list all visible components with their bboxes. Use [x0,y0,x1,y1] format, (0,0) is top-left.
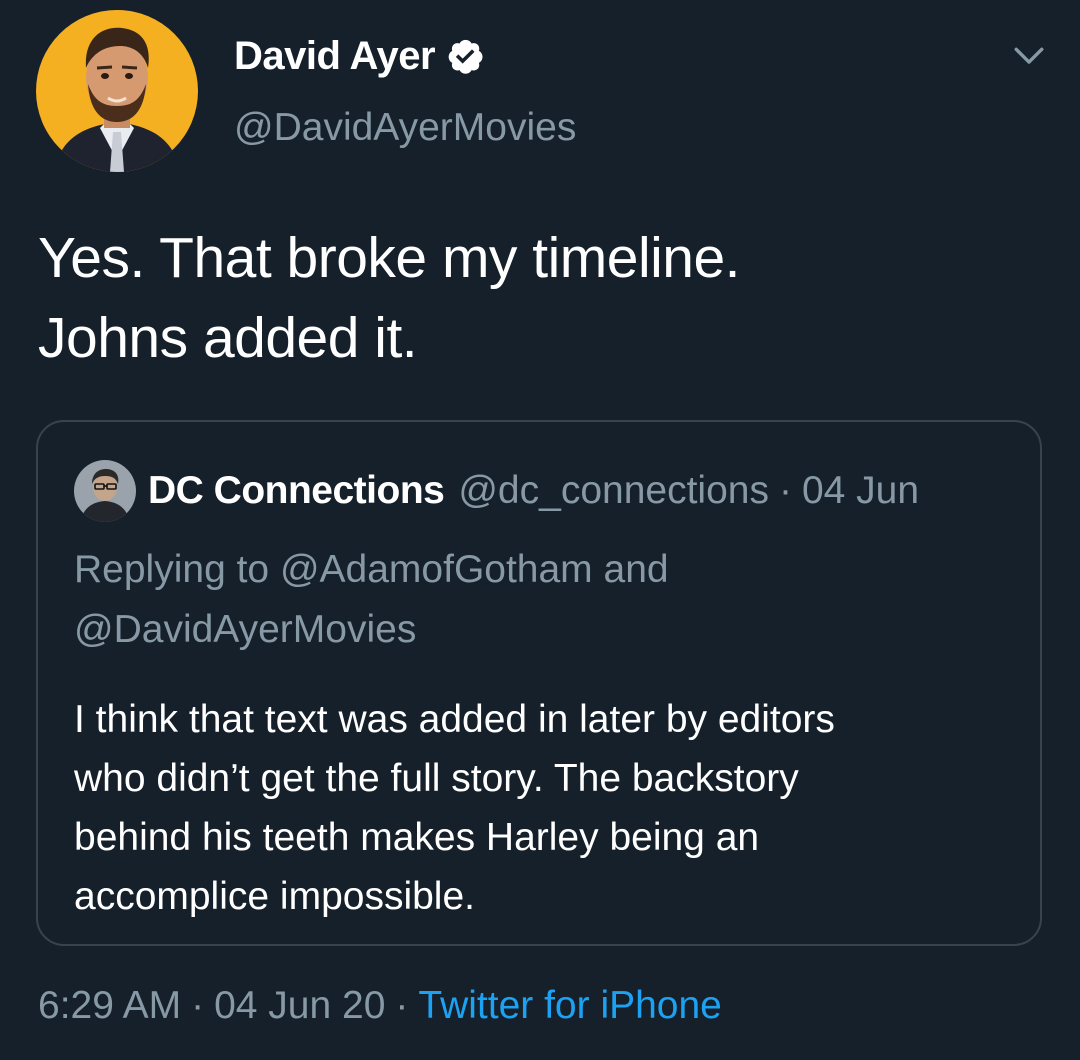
replying-to-line: @DavidAyerMovies [74,608,417,651]
author-handle[interactable]: @DavidAyerMovies [234,106,576,150]
tweet-text-line: Yes. That broke my timeline. [38,226,741,290]
tweet-text-line: Johns added it. [38,306,418,370]
author-avatar[interactable] [36,10,198,172]
quoted-text-line: I think that text was added in later by … [74,698,835,741]
quoted-text-line: who didn’t get the full story. The backs… [74,757,799,800]
tweet-meta: 6:29 AM · 04 Jun 20 · Twitter for iPhone [38,984,722,1028]
tweet-time[interactable]: 6:29 AM [38,984,181,1027]
illustrated-portrait-avatar-icon [36,10,198,172]
replying-to: Replying to @AdamofGotham and @DavidAyer… [74,540,1014,660]
quoted-author-avatar [74,460,136,522]
tweet-date[interactable]: 04 Jun 20 [214,984,385,1027]
author-name-row[interactable]: David Ayer [234,28,485,84]
chevron-down-icon[interactable] [1012,38,1046,72]
author-display-name[interactable]: David Ayer [234,34,436,79]
quoted-tweet-card[interactable]: DC Connections @dc_connections · 04 Jun … [36,420,1042,946]
quoted-text-line: accomplice impossible. [74,875,475,918]
tweet-text: Yes. That broke my timeline. Johns added… [38,218,1038,378]
quoted-tweet-text: I think that text was added in later by … [74,690,1014,926]
quoted-author-handle: @dc_connections [458,469,769,512]
meta-separator: · [395,984,409,1027]
tweet-detail: David Ayer @DavidAyerMovies Yes. That br… [0,0,1080,1060]
tweet-source-link[interactable]: Twitter for iPhone [418,984,721,1027]
meta-separator: · [191,984,205,1027]
quoted-author-name: DC Connections [148,469,445,512]
quoted-tweet-date: 04 Jun [801,469,920,512]
quoted-tweet-header: DC Connections @dc_connections · 04 Jun [74,460,919,522]
quoted-separator: · [778,469,792,512]
verified-badge-icon [448,39,483,74]
quoted-text-line: behind his teeth makes Harley being an [74,816,760,859]
quoted-author-photo-icon [74,460,136,522]
replying-to-line: Replying to @AdamofGotham and [74,548,669,591]
